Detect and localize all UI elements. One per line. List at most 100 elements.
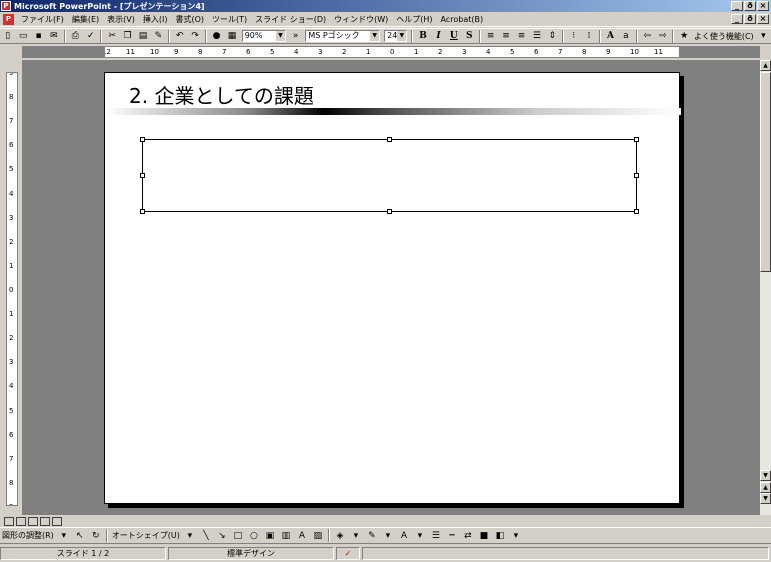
- print-icon[interactable]: ⎙: [69, 29, 82, 43]
- arrow-icon[interactable]: ↘: [215, 529, 229, 543]
- menu-format[interactable]: 書式(O): [171, 14, 208, 25]
- autoshape-button[interactable]: オートシェイプ(U): [112, 530, 180, 541]
- distribute-icon[interactable]: ⇕: [546, 29, 559, 43]
- hyperlink-icon[interactable]: ●: [210, 29, 223, 43]
- restore-button[interactable]: ð: [744, 1, 756, 11]
- resize-handle[interactable]: [634, 173, 639, 178]
- redo-icon[interactable]: ↷: [188, 29, 201, 43]
- undo-icon[interactable]: ↶: [173, 29, 186, 43]
- arrow-style-icon[interactable]: ⇄: [461, 529, 475, 543]
- draw-menu-button[interactable]: 図形の調整(R): [2, 530, 54, 541]
- slide-view-icon[interactable]: [28, 516, 38, 526]
- common-tasks-button[interactable]: よく使う機能(C): [694, 31, 754, 42]
- scroll-down-icon[interactable]: ▼: [760, 470, 771, 481]
- font-name-combo[interactable]: MS Pゴシック ▼: [305, 30, 381, 42]
- menu-window[interactable]: ウィンドウ(W): [330, 14, 392, 25]
- resize-handle[interactable]: [140, 137, 145, 142]
- save-icon[interactable]: ▪: [32, 29, 45, 43]
- spellcheck-icon[interactable]: ✓: [84, 29, 97, 43]
- spellcheck-status-icon[interactable]: ✓: [336, 547, 360, 560]
- decrease-font-icon[interactable]: a: [619, 29, 632, 43]
- open-icon[interactable]: ▭: [16, 29, 29, 43]
- sorter-view-icon[interactable]: [40, 516, 50, 526]
- copy-icon[interactable]: ❐: [121, 29, 134, 43]
- toolbar-options-icon[interactable]: »: [289, 29, 302, 43]
- chevron-down-icon[interactable]: ▼: [370, 31, 380, 41]
- chevron-down-icon[interactable]: ▾: [413, 529, 427, 543]
- cut-icon[interactable]: ✂: [105, 29, 118, 43]
- scroll-up-icon[interactable]: ▲: [760, 60, 771, 71]
- table-icon[interactable]: ▦: [225, 29, 238, 43]
- menu-file[interactable]: ファイル(F): [17, 14, 68, 25]
- dash-style-icon[interactable]: ┅: [445, 529, 459, 543]
- italic-button[interactable]: I: [432, 29, 445, 43]
- justify-icon[interactable]: ☰: [530, 29, 543, 43]
- powerpoint-app-icon[interactable]: P: [1, 1, 11, 11]
- menu-help[interactable]: ヘルプ(H): [392, 14, 436, 25]
- zoom-combo[interactable]: 90% ▼: [241, 30, 286, 42]
- new-icon[interactable]: ▯: [1, 29, 14, 43]
- clipart-icon[interactable]: ▨: [311, 529, 325, 543]
- increase-font-icon[interactable]: A: [604, 29, 617, 43]
- font-size-combo[interactable]: 24 ▼: [384, 30, 408, 42]
- shadow-icon[interactable]: ■: [477, 529, 491, 543]
- line-icon[interactable]: ╲: [199, 529, 213, 543]
- 3d-icon[interactable]: ◧: [493, 529, 507, 543]
- select-arrow-icon[interactable]: ↖: [73, 529, 87, 543]
- rotate-icon[interactable]: ↻: [89, 529, 103, 543]
- menu-view[interactable]: 表示(V): [103, 14, 139, 25]
- resize-handle[interactable]: [387, 209, 392, 214]
- next-slide-icon[interactable]: ▼: [760, 493, 771, 504]
- close-button[interactable]: ×: [757, 1, 769, 11]
- resize-handle[interactable]: [387, 137, 392, 142]
- previous-slide-icon[interactable]: ▲: [760, 482, 771, 493]
- bold-button[interactable]: B: [416, 29, 429, 43]
- ellipse-icon[interactable]: ○: [247, 529, 261, 543]
- menu-tools[interactable]: ツール(T): [208, 14, 251, 25]
- menu-edit[interactable]: 編集(E): [68, 14, 103, 25]
- chevron-down-icon[interactable]: ▾: [183, 529, 197, 543]
- scroll-thumb[interactable]: [760, 72, 771, 272]
- chevron-down-icon[interactable]: ▾: [57, 529, 71, 543]
- menu-acrobat[interactable]: Acrobat(B): [437, 15, 488, 24]
- menu-slideshow[interactable]: スライド ショー(D): [251, 14, 330, 25]
- star-icon[interactable]: ★: [677, 29, 690, 43]
- wordart-icon[interactable]: A: [295, 529, 309, 543]
- minimize-button[interactable]: _: [731, 1, 743, 11]
- horizontal-ruler[interactable]: 1211109876543210123456789101112: [104, 46, 680, 58]
- align-left-icon[interactable]: ≡: [484, 29, 497, 43]
- chevron-down-icon[interactable]: ▼: [275, 31, 285, 41]
- chevron-down-icon[interactable]: ▾: [757, 29, 770, 43]
- doc-minimize-button[interactable]: _: [731, 14, 743, 24]
- numbering-icon[interactable]: ⁝: [567, 29, 580, 43]
- doc-restore-button[interactable]: ð: [744, 14, 756, 24]
- document-icon[interactable]: P: [3, 13, 14, 25]
- text-placeholder[interactable]: [140, 137, 639, 214]
- resize-handle[interactable]: [140, 209, 145, 214]
- chevron-down-icon[interactable]: ▼: [397, 31, 407, 41]
- normal-view-icon[interactable]: [4, 516, 14, 526]
- underline-button[interactable]: U: [447, 29, 460, 43]
- vertical-scrollbar[interactable]: ▲ ▼ ▲ ▼: [760, 60, 771, 515]
- resize-handle[interactable]: [634, 209, 639, 214]
- demote-icon[interactable]: ⇨: [656, 29, 669, 43]
- align-center-icon[interactable]: ≡: [499, 29, 512, 43]
- resize-handle[interactable]: [634, 137, 639, 142]
- vertical-ruler[interactable]: 9 8 7 6 5 4 3 2 1 0 1 2 3 4 5 6 7 8 9: [6, 72, 18, 506]
- line-color-icon[interactable]: ✎: [365, 529, 379, 543]
- bullets-icon[interactable]: ⁞: [582, 29, 595, 43]
- promote-icon[interactable]: ⇦: [641, 29, 654, 43]
- menu-insert[interactable]: 挿入(I): [139, 14, 172, 25]
- slideshow-view-icon[interactable]: [52, 516, 62, 526]
- format-painter-icon[interactable]: ✎: [152, 29, 165, 43]
- shadow-button[interactable]: S: [463, 29, 476, 43]
- doc-close-button[interactable]: ×: [757, 14, 769, 24]
- slide-canvas[interactable]: 2. 企業としての課題: [104, 72, 681, 504]
- fill-color-icon[interactable]: ◈: [333, 529, 347, 543]
- chevron-down-icon[interactable]: ▾: [381, 529, 395, 543]
- font-color-icon[interactable]: A: [397, 529, 411, 543]
- line-style-icon[interactable]: ☰: [429, 529, 443, 543]
- align-right-icon[interactable]: ≡: [515, 29, 528, 43]
- rectangle-icon[interactable]: □: [231, 529, 245, 543]
- slide-title[interactable]: 2. 企業としての課題: [129, 80, 314, 109]
